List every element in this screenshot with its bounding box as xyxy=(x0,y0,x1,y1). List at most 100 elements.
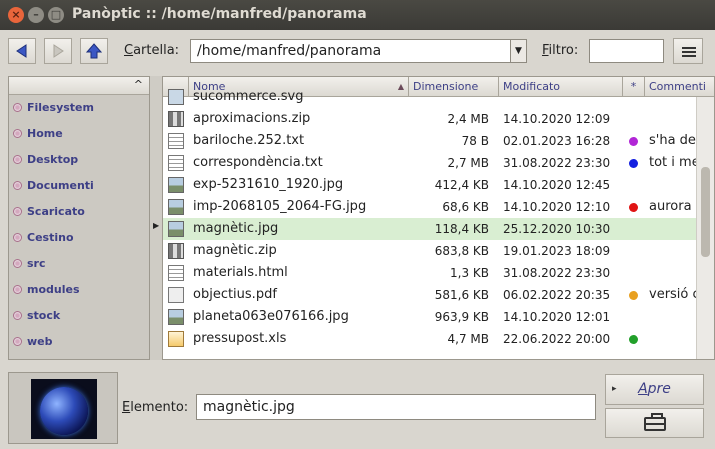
file-size: 683,8 KB xyxy=(434,244,489,258)
file-modified: 14.10.2020 12:01 xyxy=(503,310,611,324)
file-name: objectius.pdf xyxy=(193,287,277,302)
place-icon xyxy=(13,337,22,346)
sidebar-item-web[interactable]: web xyxy=(9,329,149,355)
current-row-marker-icon: ▶ xyxy=(153,221,160,230)
file-list: Nome ▲ Dimensione Modificato * Commenti s… xyxy=(162,76,715,360)
zip-icon xyxy=(168,243,184,259)
file-comment: s'ha de xyxy=(649,133,696,148)
text-icon xyxy=(168,133,184,149)
parent-folder-button[interactable] xyxy=(80,38,108,64)
file-name: sucommerce.svg xyxy=(193,89,304,104)
tag-dot-icon xyxy=(629,291,638,300)
sidebar-item-scaricato[interactable]: Scaricato xyxy=(9,199,149,225)
scrollbar-thumb[interactable] xyxy=(701,167,710,257)
arrow-right-icon xyxy=(53,44,64,58)
file-row[interactable]: objectius.pdf 581,6 KB 06.02.2022 20:35 ver… xyxy=(163,284,699,306)
sidebar-item-cestino[interactable]: Cestino xyxy=(9,225,149,251)
arrow-up-icon xyxy=(86,43,102,59)
zip-icon xyxy=(168,111,184,127)
file-name: magnètic.jpg xyxy=(193,221,279,236)
image-icon xyxy=(168,177,184,193)
maximize-window-icon[interactable]: □ xyxy=(48,7,64,23)
file-size: 68,6 KB xyxy=(442,200,489,214)
place-icon xyxy=(13,181,22,190)
sidebar-item-stock[interactable]: stock xyxy=(9,303,149,329)
back-button[interactable] xyxy=(8,38,36,64)
planet-thumbnail-icon xyxy=(31,379,97,439)
file-row[interactable]: exp-5231610_1920.jpg 412,4 KB 14.10.2020 1… xyxy=(163,174,698,196)
file-size: 963,9 KB xyxy=(434,310,489,324)
folder-path-input[interactable]: /home/manfred/panorama ▼ xyxy=(190,39,527,63)
hamburger-menu-icon xyxy=(682,47,696,49)
file-name: planeta063e076166.jpg xyxy=(193,309,349,324)
menu-button[interactable] xyxy=(673,38,703,64)
file-comment: tot i me xyxy=(649,155,699,170)
sidebar-item-label: src xyxy=(27,257,46,270)
sidebar-item-desktop[interactable]: Desktop xyxy=(9,147,149,173)
file-modified: 14.10.2020 12:09 xyxy=(503,112,611,126)
file-modified: 14.10.2020 12:45 xyxy=(503,178,611,192)
file-size: 118,4 KB xyxy=(434,222,489,236)
image-icon xyxy=(168,309,184,325)
folder-path-value: /home/manfred/panorama xyxy=(197,43,382,59)
file-size: 1,3 KB xyxy=(450,266,489,280)
toolbar: Cartella: /home/manfred/panorama ▼ Filtr… xyxy=(0,30,715,72)
folder-label: Cartella: xyxy=(124,43,180,58)
tag-dot-icon xyxy=(629,203,638,212)
vertical-scrollbar[interactable] xyxy=(696,97,714,359)
file-row[interactable]: imp-2068105_2064-FG.jpg 68,6 KB 14.10.2020… xyxy=(163,196,698,218)
place-icon xyxy=(13,207,22,216)
file-row[interactable]: bariloche.252.txt 78 B 02.01.2023 16:28 s'h… xyxy=(163,130,698,152)
file-row[interactable]: materials.html 1,3 KB 31.08.2022 23:30 xyxy=(163,262,698,284)
file-row[interactable]: pressupost.xls 4,7 MB 22.06.2022 20:00 xyxy=(163,328,698,350)
sidebar-item-filesystem[interactable]: Filesystem xyxy=(9,95,149,121)
file-row[interactable]: planeta063e076166.jpg 963,9 KB 14.10.2020 … xyxy=(163,306,698,328)
file-row[interactable]: magnètic.jpg 118,4 KB 25.12.2020 10:30 xyxy=(163,218,698,240)
forward-button[interactable] xyxy=(44,38,72,64)
bottom-panel: Elemento: magnètic.jpg ▸ Apre xyxy=(0,366,715,449)
file-row[interactable]: aproximacions.zip 2,4 MB 14.10.2020 12:09 xyxy=(163,108,698,130)
filter-input[interactable] xyxy=(589,39,664,63)
sidebar-header[interactable]: ^ xyxy=(9,77,149,95)
sidebar-item-modules[interactable]: modules xyxy=(9,277,149,303)
text-icon xyxy=(168,155,184,171)
sidebar-item-documenti[interactable]: Documenti xyxy=(9,173,149,199)
file-row[interactable]: correspondència.txt 2,7 MB 31.08.2022 23:3… xyxy=(163,152,699,174)
sidebar-item-src[interactable]: src xyxy=(9,251,149,277)
pdf-icon xyxy=(168,287,184,303)
file-row[interactable]: sucommerce.svg xyxy=(163,86,698,108)
file-name: correspondència.txt xyxy=(193,155,323,170)
places-sidebar: ^ Filesystem Home Desktop Documenti Scar… xyxy=(8,76,150,360)
file-name: pressupost.xls xyxy=(193,331,287,346)
path-dropdown-icon[interactable]: ▼ xyxy=(510,40,526,62)
file-size: 2,7 MB xyxy=(447,156,489,170)
file-modified: 06.02.2022 20:35 xyxy=(503,288,611,302)
element-label: Elemento: xyxy=(122,400,189,415)
place-icon xyxy=(13,233,22,242)
sidebar-item-label: web xyxy=(27,335,53,348)
open-arrow-icon: ▸ xyxy=(612,384,617,394)
svg-icon xyxy=(168,89,184,105)
file-size: 78 B xyxy=(461,134,489,148)
open-button[interactable]: ▸ Apre xyxy=(605,374,704,405)
file-name: bariloche.252.txt xyxy=(193,133,305,148)
arrow-left-icon xyxy=(16,44,27,58)
hamburger-line xyxy=(682,51,696,53)
file-row[interactable]: magnètic.zip 683,8 KB 19.01.2023 18:09 xyxy=(163,240,698,262)
element-name-input[interactable]: magnètic.jpg xyxy=(196,394,596,420)
sidebar-item-label: Documenti xyxy=(27,179,94,192)
file-name: imp-2068105_2064-FG.jpg xyxy=(193,199,367,214)
file-name: materials.html xyxy=(193,265,288,280)
minimize-window-icon[interactable]: – xyxy=(28,7,44,23)
file-modified: 22.06.2022 20:00 xyxy=(503,332,611,346)
image-icon xyxy=(168,221,184,237)
close-window-icon[interactable]: × xyxy=(8,7,24,23)
chevron-up-icon[interactable]: ^ xyxy=(134,78,143,91)
tag-dot-icon xyxy=(629,159,638,168)
planet-image xyxy=(40,387,88,435)
place-icon xyxy=(13,103,22,112)
file-modified: 02.01.2023 16:28 xyxy=(503,134,611,148)
briefcase-button[interactable] xyxy=(605,408,704,438)
sidebar-item-home[interactable]: Home xyxy=(9,121,149,147)
file-name: aproximacions.zip xyxy=(193,111,311,126)
